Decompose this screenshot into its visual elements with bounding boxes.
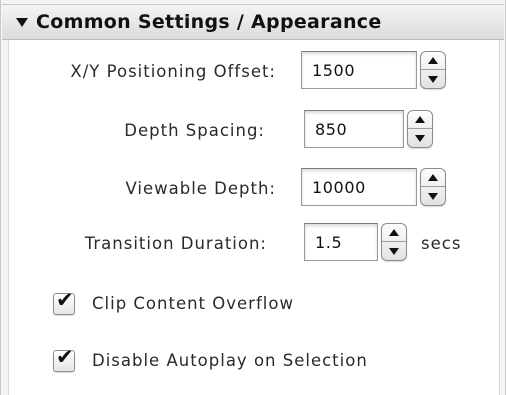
transition-duration-label: Transition Duration:	[84, 234, 267, 253]
chevron-down-icon	[389, 247, 399, 255]
settings-panel: Common Settings / Appearance X/Y Positio…	[0, 0, 506, 395]
clip-overflow-label[interactable]: Clip Content Overflow	[92, 294, 294, 313]
duration-unit-label: secs	[421, 234, 462, 253]
depth-spacing-stepper[interactable]	[407, 110, 433, 148]
stepper-up-button[interactable]	[382, 224, 406, 242]
chevron-up-icon	[428, 57, 438, 64]
section-header[interactable]: Common Settings / Appearance	[2, 4, 504, 40]
viewable-depth-stepper[interactable]	[420, 168, 446, 206]
chevron-down-icon	[415, 134, 425, 142]
disable-autoplay-label[interactable]: Disable Autoplay on Selection	[92, 351, 368, 370]
xy-offset-label: X/Y Positioning Offset:	[70, 62, 276, 81]
chevron-up-icon	[428, 174, 438, 181]
clip-overflow-checkbox[interactable]: ✔	[53, 288, 75, 315]
disable-autoplay-checkbox[interactable]: ✔	[53, 345, 75, 372]
xy-offset-stepper[interactable]	[420, 51, 446, 89]
stepper-up-button[interactable]	[408, 111, 432, 129]
stepper-up-button[interactable]	[421, 169, 445, 187]
stepper-down-button[interactable]	[382, 242, 406, 260]
depth-spacing-input[interactable]	[304, 110, 404, 148]
stepper-down-button[interactable]	[421, 70, 445, 88]
depth-spacing-label: Depth Spacing:	[124, 121, 265, 140]
checkmark-icon: ✔	[56, 345, 74, 369]
section-content: X/Y Positioning Offset: Depth Spacing: V…	[8, 40, 500, 395]
viewable-depth-label: Viewable Depth:	[125, 179, 276, 198]
disclosure-triangle-down-icon[interactable]	[16, 17, 28, 27]
chevron-up-icon	[415, 116, 425, 123]
stepper-down-button[interactable]	[421, 187, 445, 205]
section-title: Common Settings / Appearance	[36, 11, 382, 33]
transition-duration-stepper[interactable]	[381, 223, 407, 261]
stepper-up-button[interactable]	[421, 52, 445, 70]
xy-offset-input[interactable]	[301, 51, 417, 89]
viewable-depth-input[interactable]	[301, 168, 417, 206]
checkmark-icon: ✔	[56, 288, 74, 312]
chevron-up-icon	[389, 229, 399, 236]
chevron-down-icon	[428, 75, 438, 83]
chevron-down-icon	[428, 192, 438, 200]
stepper-down-button[interactable]	[408, 129, 432, 147]
transition-duration-input[interactable]	[304, 223, 378, 261]
